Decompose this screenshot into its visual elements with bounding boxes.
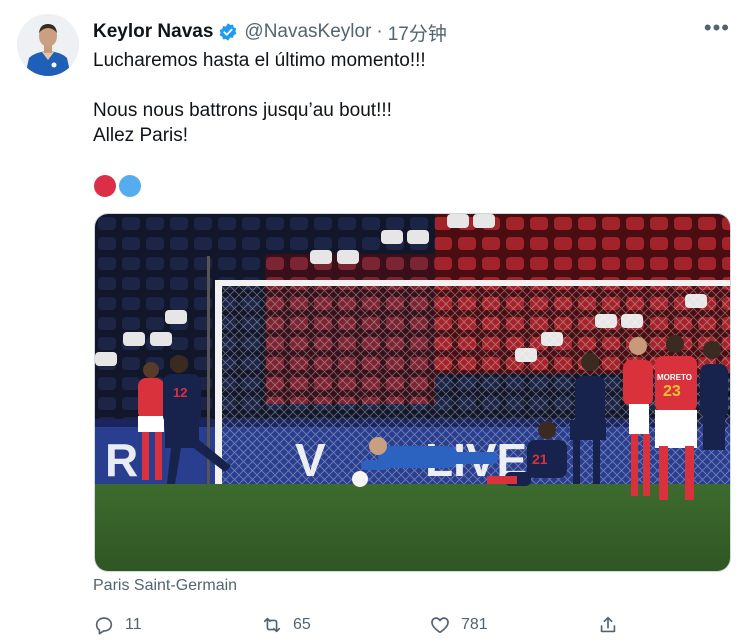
heart-icon <box>431 617 449 634</box>
avatar-image <box>17 14 79 76</box>
retweet-button[interactable]: 65 <box>261 614 429 636</box>
like-button[interactable]: 781 <box>429 614 597 636</box>
center-player-number: 21 <box>532 451 548 467</box>
more-options-icon[interactable]: ••• <box>704 15 730 41</box>
tweet-actions: 11 65 781 <box>93 613 633 637</box>
reply-icon <box>95 617 113 635</box>
avatar[interactable] <box>17 14 79 76</box>
right-player-number: 23 <box>663 383 681 400</box>
reply-count: 11 <box>125 616 142 633</box>
tweet-timestamp[interactable]: 17分钟 <box>388 19 447 46</box>
tweet-text-line-3: Allez Paris! <box>93 125 189 146</box>
retweet-icon <box>263 617 281 633</box>
share-button[interactable] <box>597 614 619 636</box>
share-icon <box>600 616 616 633</box>
right-player-name: MORETO <box>657 373 692 382</box>
separator-dot: · <box>376 21 383 42</box>
left-player-number: 12 <box>173 385 187 400</box>
retweet-count: 65 <box>293 616 311 633</box>
svg-text:R: R <box>105 434 138 486</box>
red-circle-icon <box>94 175 116 197</box>
reply-button[interactable]: 11 <box>93 614 261 636</box>
blue-circle-icon <box>119 175 141 197</box>
verified-badge-icon <box>218 22 238 42</box>
tweet-header: Keylor Navas @NavasKeylor · 17分钟 <box>93 18 730 46</box>
author-handle[interactable]: @NavasKeylor <box>244 21 371 43</box>
emoji-row <box>94 175 141 197</box>
media-caption[interactable]: Paris Saint-Germain <box>93 577 237 595</box>
match-photo: R V LIVE 12 <box>95 214 730 571</box>
tweet-text-line-2: Nous nous battrons jusqu’au bout!!! <box>93 100 392 121</box>
tweet-photo[interactable]: R V LIVE 12 <box>94 213 731 572</box>
like-count: 781 <box>461 616 488 633</box>
tweet-text-line-1: Lucharemos hasta el último momento!!! <box>93 50 426 71</box>
author-name[interactable]: Keylor Navas <box>93 21 213 43</box>
